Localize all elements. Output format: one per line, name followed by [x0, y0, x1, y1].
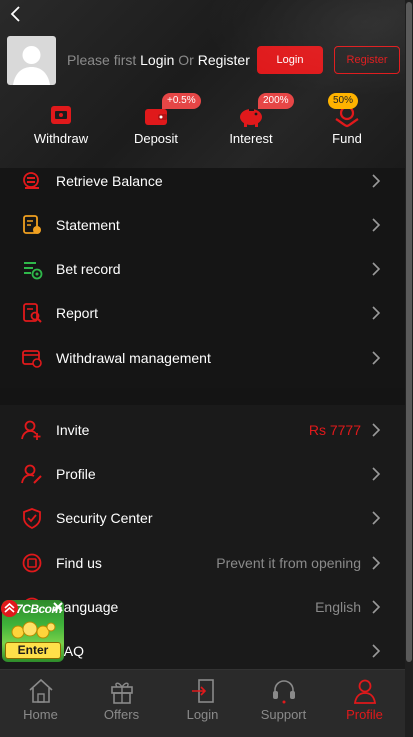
chevron-right-icon — [372, 556, 381, 570]
tab-label: Login — [186, 707, 219, 722]
chevron-right-icon — [372, 306, 381, 320]
menu-item-find-us[interactable]: Find us Prevent it from opening — [0, 541, 405, 585]
withdrawal-management-icon — [22, 350, 42, 368]
menu-item-label: Invite — [56, 422, 90, 438]
bet-record-icon — [24, 262, 43, 280]
invite-reward-value: Rs 7777 — [308, 422, 361, 438]
chevron-right-icon — [372, 511, 381, 525]
floating-promo[interactable]: 7CBcom Enter — [1, 600, 65, 663]
chevron-right-icon — [372, 262, 381, 276]
chevron-right-icon — [372, 218, 381, 232]
fund-hand-icon — [335, 105, 359, 128]
menu-item-statement[interactable]: Statement — [0, 203, 405, 247]
chevron-right-icon — [372, 467, 381, 481]
deposit-bonus-badge: +0.5% — [162, 93, 201, 109]
chevron-right-icon — [372, 423, 381, 437]
login-link[interactable]: Login — [140, 52, 174, 68]
home-icon — [28, 678, 53, 703]
gift-icon — [110, 682, 133, 704]
tab-label: Home — [23, 707, 58, 722]
find-us-icon — [22, 553, 42, 573]
menu-item-report[interactable]: Report — [0, 291, 405, 335]
register-link[interactable]: Register — [198, 52, 250, 68]
profile-header: Please first Login Or Register Login Reg… — [0, 0, 413, 168]
interest-bonus-badge: 200% — [258, 93, 294, 109]
scrollbar-thumb[interactable] — [406, 2, 412, 662]
quick-action-label: Interest — [229, 131, 273, 146]
piggy-bank-icon — [240, 109, 262, 127]
find-us-value: Prevent it from opening — [216, 555, 361, 571]
bottom-tab-bar: Home Offers Login Support Profile — [0, 669, 405, 737]
quick-action-withdraw[interactable]: Withdraw — [16, 96, 106, 152]
quick-action-label: Deposit — [133, 131, 179, 146]
avatar[interactable] — [7, 36, 56, 85]
chevron-up-icon[interactable] — [1, 600, 18, 617]
chevron-right-icon — [372, 351, 381, 365]
menu-item-security-center[interactable]: Security Center — [0, 496, 405, 540]
menu-item-label: Retrieve Balance — [56, 173, 163, 189]
invite-icon — [21, 420, 41, 440]
menu-item-invite[interactable]: Invite Rs 7777 — [0, 408, 405, 452]
login-prompt: Please first Login Or Register — [67, 52, 250, 68]
menu-item-withdrawal-management[interactable]: Withdrawal management — [0, 336, 405, 380]
menu-primary: Retrieve Balance Statement Bet record Re… — [0, 158, 405, 388]
menu-item-profile[interactable]: Profile — [0, 452, 405, 496]
menu-item-label: Profile — [56, 466, 96, 482]
statement-icon — [23, 215, 41, 234]
menu-item-label: Bet record — [56, 261, 121, 277]
login-door-icon — [191, 679, 214, 703]
menu-item-label: Security Center — [56, 510, 153, 526]
tab-label: Offers — [103, 707, 140, 722]
login-button[interactable]: Login — [257, 46, 323, 74]
tab-label: Support — [260, 707, 307, 722]
register-button[interactable]: Register — [334, 46, 400, 74]
menu-item-label: Statement — [56, 217, 120, 233]
menu-item-label: Report — [56, 305, 99, 321]
chevron-right-icon — [372, 644, 381, 658]
quick-action-label: Fund — [332, 131, 362, 146]
report-icon — [23, 303, 42, 323]
quick-action-deposit[interactable]: +0.5% Deposit — [111, 93, 201, 152]
headset-icon — [272, 680, 295, 704]
tab-label: Profile — [346, 707, 383, 722]
section-divider — [0, 388, 405, 405]
coins-icon — [11, 621, 56, 639]
tab-profile[interactable]: Profile — [324, 670, 405, 737]
tab-support[interactable]: Support — [243, 670, 324, 737]
withdraw-icon — [51, 106, 71, 124]
menu-item-bet-record[interactable]: Bet record — [0, 247, 405, 291]
user-icon — [353, 679, 376, 704]
quick-action-label: Withdraw — [33, 131, 89, 146]
login-prompt-or: Or — [174, 52, 198, 68]
login-prompt-prefix: Please first — [67, 52, 141, 68]
shield-icon — [23, 508, 41, 529]
scrollbar[interactable] — [405, 0, 413, 737]
retrieve-balance-icon — [23, 172, 39, 189]
quick-action-interest[interactable]: 200% Interest — [206, 93, 296, 152]
language-value: English — [315, 599, 361, 615]
menu-item-label: Find us — [56, 555, 102, 571]
tab-offers[interactable]: Offers — [81, 670, 162, 737]
menu-item-label: Withdrawal management — [56, 350, 211, 366]
tab-login[interactable]: Login — [162, 670, 243, 737]
back-arrow-icon[interactable] — [6, 4, 26, 24]
menu-item-retrieve-balance[interactable]: Retrieve Balance — [0, 159, 405, 203]
tab-home[interactable]: Home — [0, 670, 81, 737]
profile-edit-icon — [21, 464, 42, 484]
menu-item-label: Language — [56, 599, 119, 615]
promo-enter-button[interactable]: Enter — [5, 642, 61, 659]
fund-bonus-badge: 50% — [328, 93, 359, 109]
close-icon[interactable] — [53, 602, 63, 612]
quick-action-fund[interactable]: 50% Fund — [302, 93, 392, 152]
chevron-right-icon — [372, 600, 381, 614]
chevron-right-icon — [372, 174, 381, 188]
